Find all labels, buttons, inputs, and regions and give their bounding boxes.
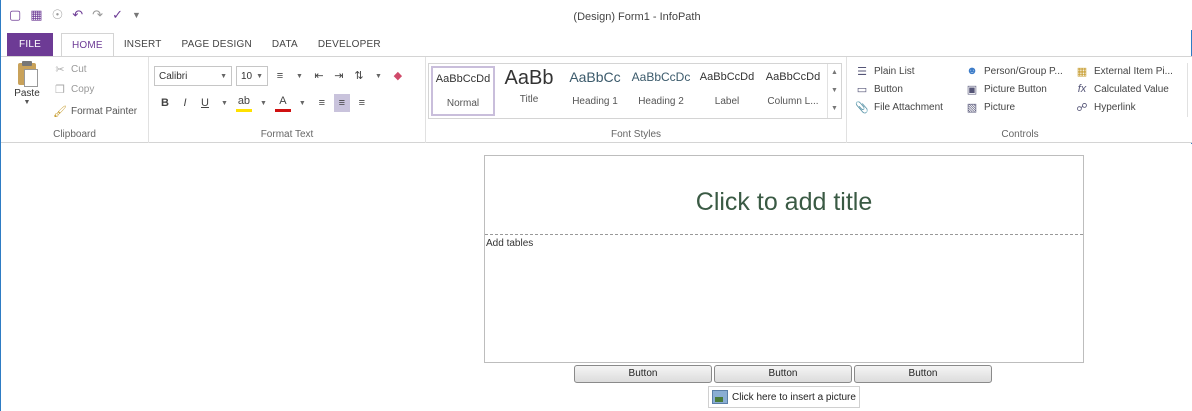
control-hyperlink[interactable]: ☍ Hyperlink [1075, 101, 1135, 114]
underline-button[interactable]: U [197, 94, 213, 112]
window-title: (Design) Form1 - InfoPath [573, 11, 701, 23]
external-item-icon: ▦ [1076, 66, 1088, 78]
copy-icon: ❐ [55, 84, 65, 96]
control-plain-list[interactable]: ☰ Plain List [855, 65, 915, 78]
font-size-value: 10 [241, 70, 253, 82]
hyperlink-icon: ☍ [1076, 102, 1088, 114]
style-normal[interactable]: AaBbCcDd Normal [431, 66, 495, 116]
controls-group-label: Controls [1001, 129, 1039, 140]
paste-button[interactable]: Paste ▼ [7, 61, 47, 106]
title-bar: ▢ ▦ ☉ ↶ ↷ ✓ ▼ (Design) Form1 - InfoPath [1, 0, 1192, 30]
format-text-group-label: Format Text [260, 129, 314, 140]
format-painter-button[interactable]: 🖌 Format Painter [53, 105, 137, 118]
increase-indent-icon[interactable]: ⇥ [331, 67, 347, 85]
tab-page-design[interactable]: PAGE DESIGN [172, 33, 262, 57]
font-name-select[interactable]: Calibri ▼ [154, 66, 232, 86]
font-name-value: Calibri [159, 70, 188, 82]
form-button-2[interactable]: Button [714, 365, 852, 383]
clear-formatting-icon[interactable]: ◆ [390, 67, 406, 85]
copy-button[interactable]: ❐ Copy [53, 83, 94, 96]
line-spacing-dropdown-icon[interactable]: ▼ [371, 73, 386, 80]
picture-placeholder[interactable]: Click here to insert a picture [708, 386, 860, 408]
control-external-item[interactable]: ▦ External Item Pi... [1075, 65, 1173, 78]
controls-group: ☰ Plain List ▭ Button 📎 File Attachment … [847, 57, 1192, 143]
list-icon: ☰ [857, 66, 867, 78]
styles-gallery: AaBbCcDd Normal AaBb Title AaBbCc Headin… [428, 63, 842, 119]
title-placeholder[interactable]: Click to add title [485, 188, 1083, 217]
paste-dropdown-icon[interactable]: ▼ [7, 99, 47, 106]
picture-placeholder-label: Click here to insert a picture [732, 391, 856, 403]
form-button-1[interactable]: Button [574, 365, 712, 383]
button-icon: ▭ [856, 84, 868, 96]
design-canvas: Click to add title Add tables Button But… [1, 144, 1192, 411]
control-calculated-value[interactable]: fx Calculated Value [1075, 83, 1169, 95]
align-left-icon[interactable]: ≡ [314, 94, 330, 112]
ribbon: Paste ▼ ✂ Cut ❐ Copy 🖌 Format Painter Cl… [1, 56, 1192, 143]
chevron-down-icon: ▼ [256, 72, 264, 80]
paste-label: Paste [14, 88, 40, 99]
picture-icon [712, 390, 728, 404]
format-text-group: Calibri ▼ 10 ▼ ≡ ▼ ⇤ ⇥ ⇅ ▼ ◆ B I U ▼ ab … [149, 57, 426, 143]
scroll-down-icon[interactable]: ▼ [828, 82, 841, 100]
align-center-icon[interactable]: ≡ [333, 94, 350, 112]
font-color-icon[interactable]: A [274, 94, 291, 112]
bold-button[interactable]: B [157, 94, 173, 112]
style-heading-2[interactable]: AaBbCcDc Heading 2 [629, 66, 693, 116]
tab-home[interactable]: HOME [61, 33, 114, 57]
form-button-3[interactable]: Button [854, 365, 992, 383]
bullets-dropdown-icon[interactable]: ▼ [292, 73, 307, 80]
controls-gallery-scroll[interactable] [1187, 63, 1192, 117]
chevron-down-icon: ▼ [220, 72, 227, 80]
tab-developer[interactable]: DEVELOPER [308, 33, 391, 57]
app-window: ▢ ▦ ☉ ↶ ↷ ✓ ▼ (Design) Form1 - InfoPath … [0, 0, 1192, 411]
copy-label: Copy [71, 84, 95, 95]
tab-file[interactable]: FILE [7, 33, 53, 57]
style-column-label[interactable]: AaBbCcDd Column L... [761, 66, 825, 116]
control-file-attachment[interactable]: 📎 File Attachment [855, 101, 943, 114]
tab-data[interactable]: DATA [262, 33, 308, 57]
format-text-row-1: Calibri ▼ 10 ▼ ≡ ▼ ⇤ ⇥ ⇅ ▼ ◆ [154, 66, 406, 86]
underline-dropdown-icon[interactable]: ▼ [217, 100, 232, 107]
font-styles-group-label: Font Styles [610, 129, 662, 140]
picture-button-icon: ▣ [966, 84, 978, 96]
form-view: Click to add title Add tables [484, 155, 1084, 363]
tables-placeholder[interactable]: Add tables [486, 238, 533, 249]
people-icon: ☻ [966, 65, 978, 77]
bullets-icon[interactable]: ≡ [272, 67, 288, 85]
clipboard-group-label: Clipboard [53, 129, 96, 140]
cut-label: Cut [71, 64, 87, 75]
title-placeholder-area[interactable]: Click to add title [485, 156, 1083, 235]
scissors-icon: ✂ [55, 64, 65, 76]
italic-button[interactable]: I [177, 94, 193, 112]
paintbrush-icon: 🖌 [53, 106, 67, 118]
scroll-up-icon[interactable]: ▲ [828, 64, 841, 82]
font-size-select[interactable]: 10 ▼ [236, 66, 268, 86]
clipboard-group: Paste ▼ ✂ Cut ❐ Copy 🖌 Format Painter Cl… [1, 57, 149, 143]
styles-gallery-scroll: ▲ ▼ ▼ [827, 64, 841, 118]
format-text-row-2: B I U ▼ ab ▼ A ▼ ≡ ≡ ≡ [157, 94, 370, 112]
font-color-dropdown-icon[interactable]: ▼ [295, 100, 310, 107]
ribbon-tabs: FILE HOME INSERT PAGE DESIGN DATA DEVELO… [1, 33, 1192, 57]
paperclip-icon: 📎 [855, 102, 869, 114]
decrease-indent-icon[interactable]: ⇤ [311, 67, 327, 85]
tab-insert[interactable]: INSERT [114, 33, 172, 57]
style-title[interactable]: AaBb Title [497, 66, 561, 116]
line-spacing-icon[interactable]: ⇅ [351, 67, 367, 85]
highlight-icon[interactable]: ab [235, 94, 252, 112]
control-picture[interactable]: ▧ Picture [965, 101, 1015, 114]
paste-icon [16, 61, 38, 87]
picture-icon: ▧ [966, 102, 978, 114]
control-button[interactable]: ▭ Button [855, 83, 903, 96]
control-person-group[interactable]: ☻ Person/Group P... [965, 65, 1063, 77]
align-right-icon[interactable]: ≡ [354, 94, 370, 112]
form-button-row: Button Button Button [574, 365, 992, 383]
control-picture-button[interactable]: ▣ Picture Button [965, 83, 1047, 96]
cut-button[interactable]: ✂ Cut [53, 63, 87, 76]
format-painter-label: Format Painter [71, 106, 138, 117]
style-heading-1[interactable]: AaBbCc Heading 1 [563, 66, 627, 116]
gallery-more-icon[interactable]: ▼ [828, 100, 841, 118]
style-label[interactable]: AaBbCcDd Label [695, 66, 759, 116]
function-icon: fx [1077, 83, 1087, 95]
highlight-dropdown-icon[interactable]: ▼ [256, 100, 271, 107]
